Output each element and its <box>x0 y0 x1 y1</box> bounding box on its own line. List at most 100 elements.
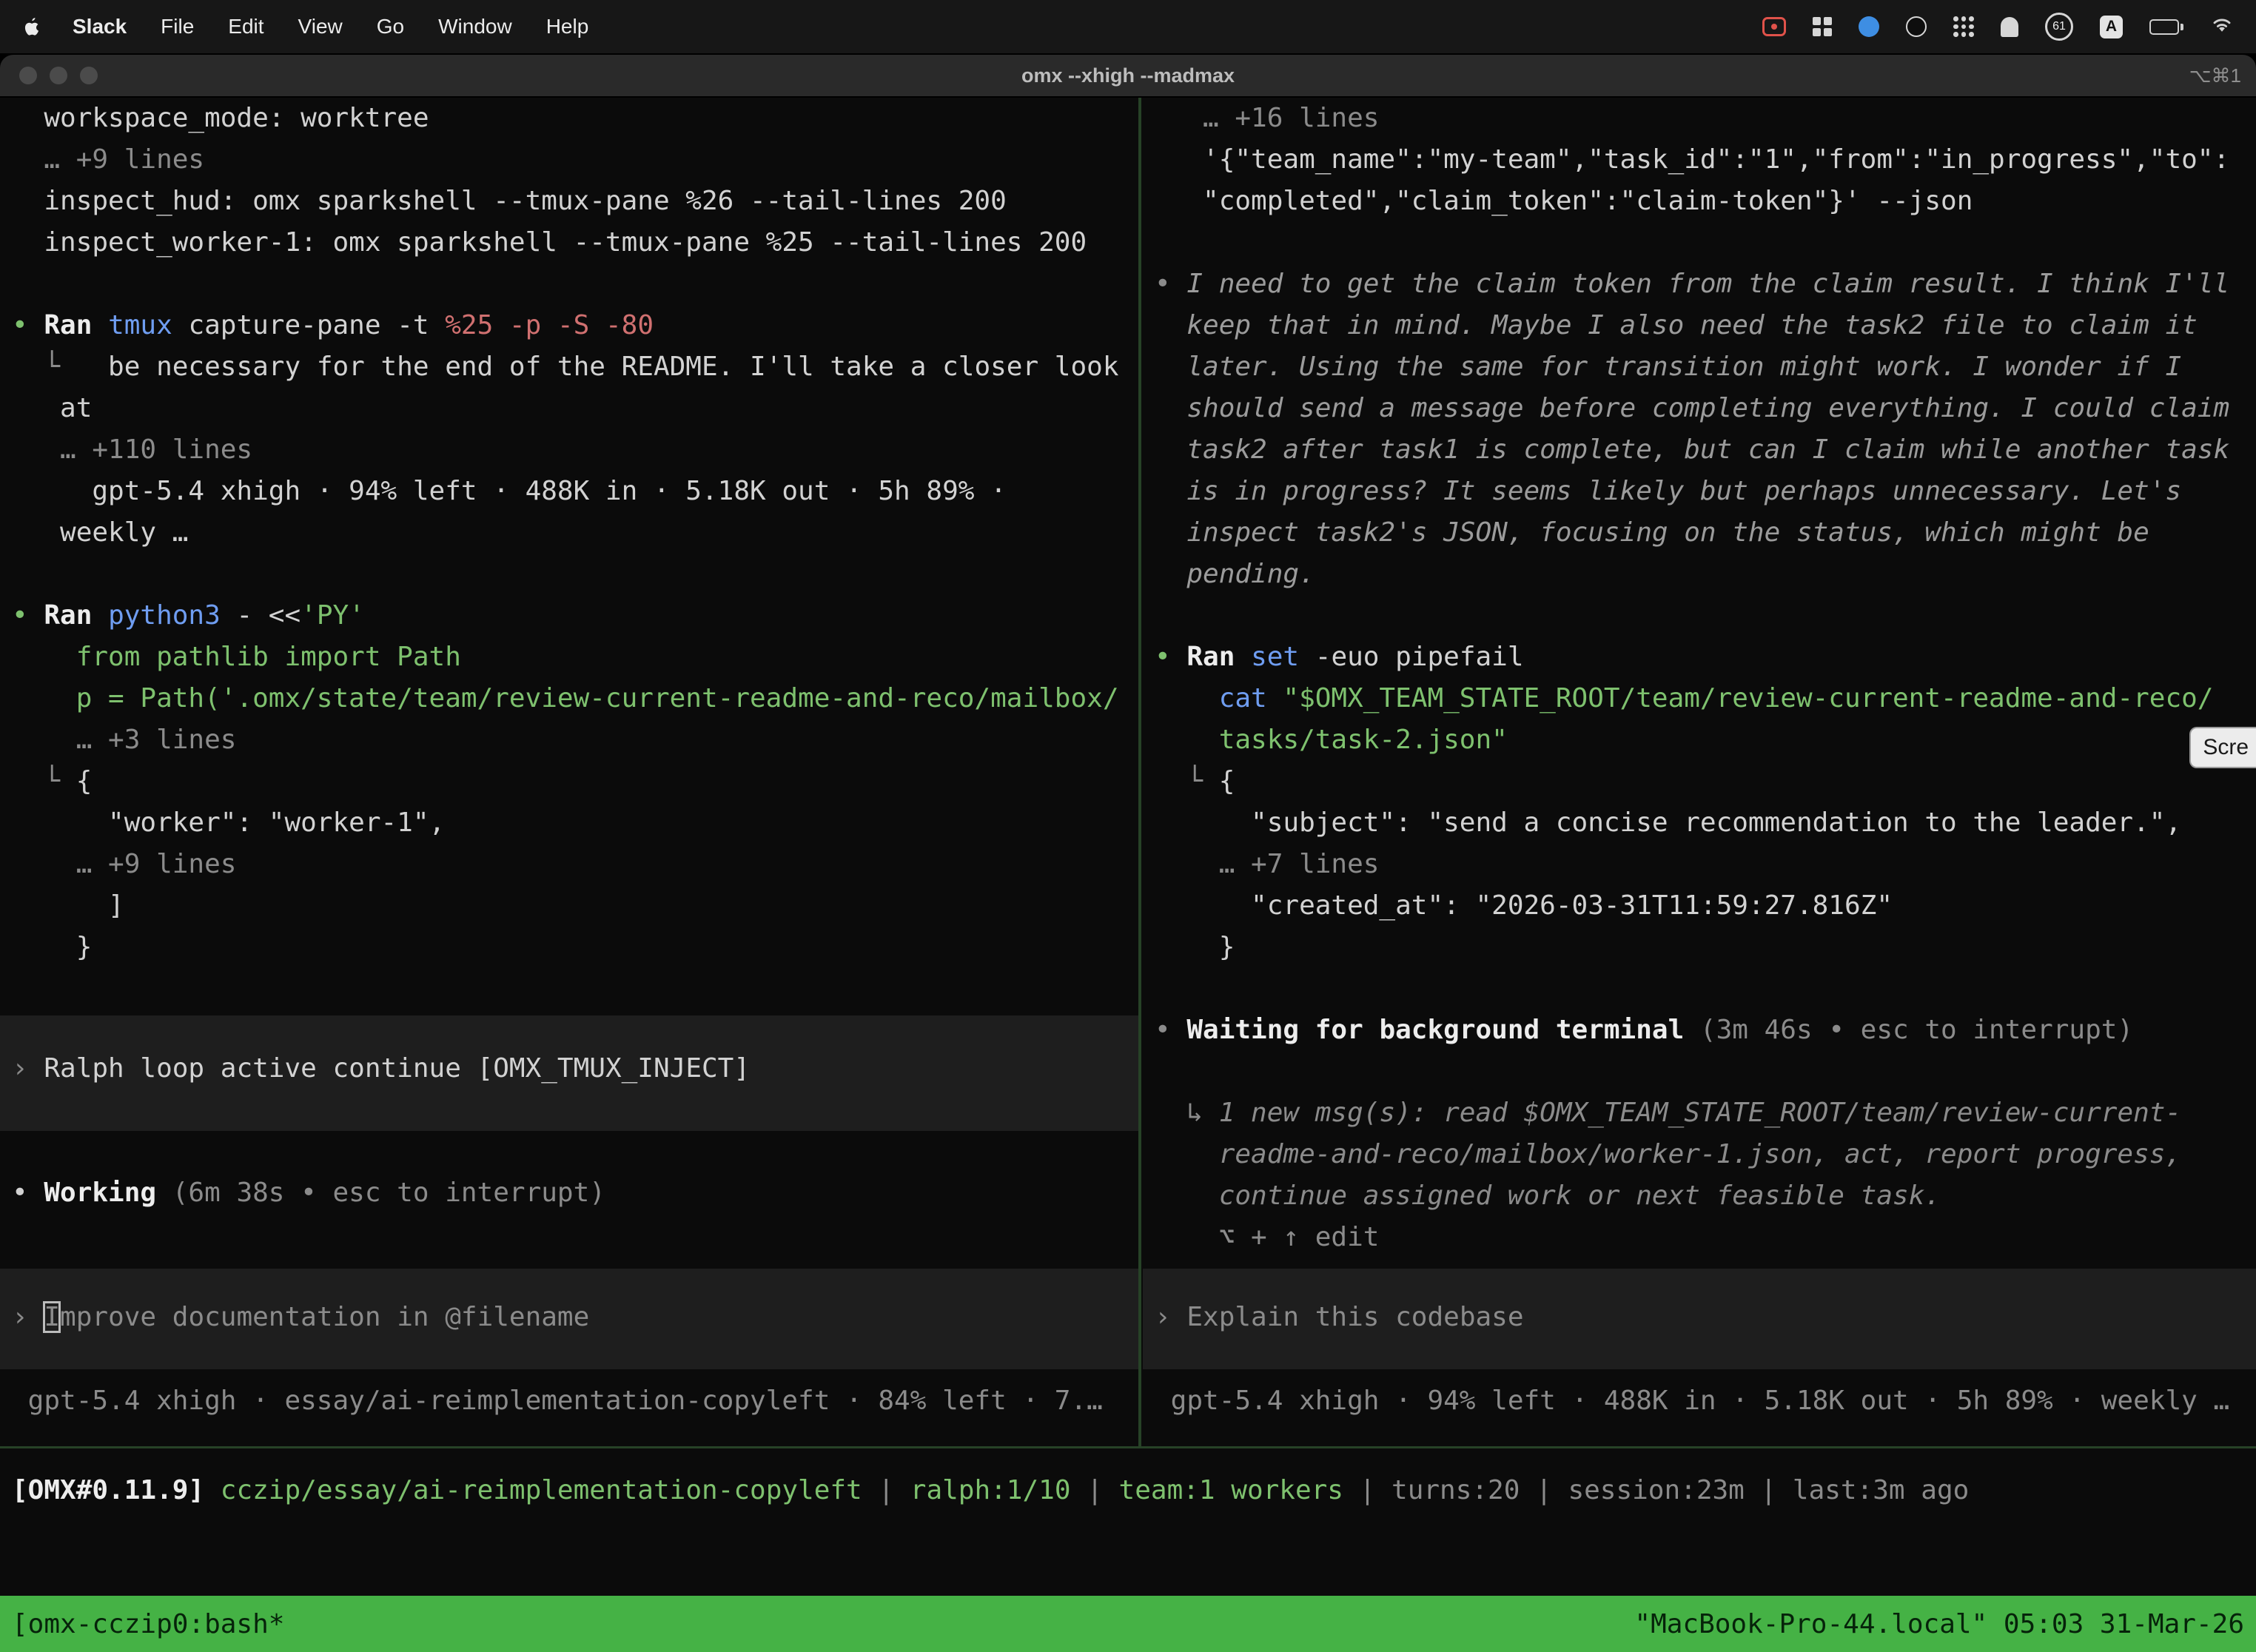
battery-percent-icon[interactable]: 61 <box>2045 13 2073 41</box>
input-source-label: A <box>2106 18 2117 36</box>
text-segment: • <box>1155 269 1186 299</box>
text-segment: Ran <box>44 310 108 340</box>
spacer <box>0 1131 1138 1172</box>
minimize-button[interactable] <box>50 67 67 84</box>
terminal-line: └ { <box>1143 761 2256 802</box>
ran-command-line: • Ran python3 - <<'PY' <box>0 595 1138 637</box>
zoom-button[interactable] <box>80 67 98 84</box>
wifi-icon[interactable] <box>2210 15 2234 39</box>
tooltip-label: Scre <box>2203 735 2249 760</box>
menu-item-window[interactable]: Window <box>438 15 512 38</box>
spacer <box>0 1214 1138 1269</box>
status-divider <box>0 1446 2256 1448</box>
prompt-input[interactable]: › Improve documentation in @filename <box>0 1269 1138 1369</box>
text-segment: └ <box>12 766 76 796</box>
terminal-line: continue assigned work or next feasible … <box>1143 1175 2256 1217</box>
text-segment: ] <box>12 890 124 921</box>
spacer <box>0 968 1138 1015</box>
text-segment: | <box>1071 1475 1119 1505</box>
text-segment: capture-pane -t <box>172 310 445 340</box>
menu-item-view[interactable]: View <box>298 15 343 38</box>
text-segment: turns:20 <box>1391 1475 1520 1505</box>
terminal-line: cat "$OMX_TEAM_STATE_ROOT/team/review-cu… <box>1143 678 2256 719</box>
text-segment: › <box>1155 1302 1186 1332</box>
battery-percent-label: 61 <box>2052 20 2066 33</box>
left-pane[interactable]: workspace_mode: worktree … +9 lines insp… <box>0 98 1138 1446</box>
terminal-line: weekly … <box>0 512 1138 554</box>
thinking-line: later. Using the same for transition mig… <box>1143 346 2256 388</box>
text-segment <box>204 1475 221 1505</box>
text-segment: | <box>1343 1475 1391 1505</box>
text-segment: • <box>12 310 44 340</box>
text-segment: set <box>1251 642 1299 672</box>
menu-item-help[interactable]: Help <box>546 15 589 38</box>
menu-status-icons: 61 A <box>1762 13 2234 41</box>
terminal-line: } <box>0 927 1138 968</box>
injected-message[interactable]: › Ralph loop active continue [OMX_TMUX_I… <box>0 1015 1138 1131</box>
text-segment: gpt-5.4 xhigh · 94% left · 488K in · 5.1… <box>12 476 1007 506</box>
right-pane[interactable]: … +16 lines '{"team_name":"my-team","tas… <box>1143 98 2256 1446</box>
text-segment: (6m 38s • esc to interrupt) <box>156 1178 605 1208</box>
thinking-line: keep that in mind. Maybe I also need the… <box>1143 305 2256 346</box>
blue-app-icon[interactable] <box>1859 16 1879 37</box>
dark-app-icon[interactable] <box>1906 16 1927 37</box>
text-segment: } <box>12 932 92 962</box>
blank-line <box>1143 595 2256 637</box>
text-segment: is in progress? It seems likely but perh… <box>1155 476 2181 506</box>
terminal-line: … +3 lines <box>0 719 1138 761</box>
terminal-line: from pathlib import Path <box>0 637 1138 678</box>
menu-item-go[interactable]: Go <box>377 15 404 38</box>
terminal-line: ↳ 1 new msg(s): read $OMX_TEAM_STATE_ROO… <box>1143 1092 2256 1134</box>
text-segment: | <box>862 1475 910 1505</box>
screenshot-tooltip[interactable]: Scre <box>2189 727 2256 768</box>
blank-line <box>0 554 1138 595</box>
menu-item-file[interactable]: File <box>161 15 194 38</box>
tmux-session-label: [omx-cczip0:bash* <box>12 1609 284 1639</box>
menu-app-name[interactable]: Slack <box>73 15 127 38</box>
window-title-bar[interactable]: omx --xhigh --madmax ⌥⌘1 <box>0 55 2256 98</box>
input-source-icon[interactable]: A <box>2100 16 2123 38</box>
text-segment: tasks/task-2.json" <box>1155 725 1508 755</box>
text-segment: continue assigned work or next feasible … <box>1155 1181 1941 1211</box>
text-segment: └ <box>12 352 60 382</box>
text-segment: I need to get the claim token from the c… <box>1186 269 2229 299</box>
thinking-line: should send a message before completing … <box>1143 388 2256 429</box>
text-segment: … +9 lines <box>12 849 236 879</box>
text-segment: › <box>12 1053 44 1084</box>
text-segment: python3 <box>108 600 221 631</box>
terminal-line: … +7 lines <box>1143 844 2256 885</box>
screen-recording-icon[interactable] <box>1762 17 1786 36</box>
menu-item-edit[interactable]: Edit <box>228 15 263 38</box>
text-segment: └ <box>1155 766 1219 796</box>
close-button[interactable] <box>19 67 37 84</box>
text-segment: "completed","claim_token":"claim-token"}… <box>1155 186 1973 216</box>
display-grid-icon[interactable] <box>1813 17 1832 36</box>
text-segment: at <box>12 393 92 423</box>
text-segment: -euo pipefail <box>1299 642 1523 672</box>
prompt-input[interactable]: › Explain this codebase <box>1143 1269 2256 1369</box>
text-segment: "created_at": "2026-03-31T11:59:27.816Z" <box>1155 890 1893 921</box>
menu-bar: Slack File Edit View Go Window Help 61 A <box>0 0 2256 53</box>
text-segment: last:3m ago <box>1793 1475 1969 1505</box>
dots-grid-icon[interactable] <box>1953 16 1974 37</box>
tmux-host-time-label: "MacBook-Pro-44.local" 05:03 31-Mar-26 <box>1634 1609 2244 1639</box>
spacer <box>0 1369 1138 1380</box>
terminal-line: tasks/task-2.json" <box>1143 719 2256 761</box>
terminal-line: workspace_mode: worktree <box>0 98 1138 139</box>
ghost-app-icon[interactable] <box>2001 17 2018 37</box>
battery-icon[interactable] <box>2149 19 2183 35</box>
text-segment: Waiting for background terminal <box>1186 1015 1684 1045</box>
text-segment: '{"team_name":"my-team","task_id":"1","f… <box>1155 144 2229 175</box>
text-segment: { <box>1219 766 1235 796</box>
text-segment: • <box>12 1178 44 1208</box>
pane-divider[interactable] <box>1138 98 1141 1446</box>
apple-menu-icon[interactable] <box>22 16 41 38</box>
text-segment: ⌥ + ↑ edit <box>1155 1222 1379 1252</box>
blank-line <box>1143 222 2256 263</box>
model-status-line: gpt-5.4 xhigh · essay/ai-reimplementatio… <box>0 1380 1138 1422</box>
text-segment: Ran <box>44 600 108 631</box>
terminal-line: } <box>1143 927 2256 968</box>
text-segment: Ran <box>1186 642 1251 672</box>
text-segment: "subject": "send a concise recommendatio… <box>1155 807 2181 838</box>
text-segment: workspace_mode: worktree <box>12 103 429 133</box>
